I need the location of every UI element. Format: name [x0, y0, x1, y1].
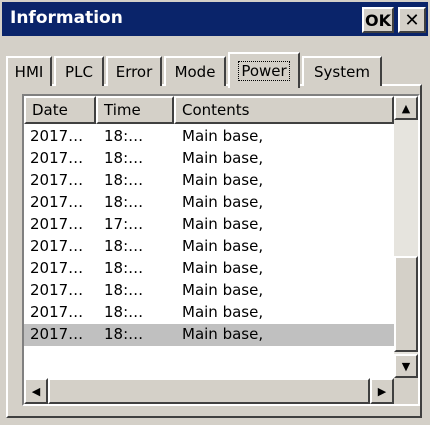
- table-row[interactable]: 2017… 18:… Main base,: [24, 148, 394, 170]
- scroll-left-button[interactable]: ◀: [24, 378, 48, 404]
- row-time: 18:…: [104, 281, 144, 299]
- tab-label: System: [314, 63, 370, 81]
- arrow-left-icon: ◀: [31, 384, 41, 398]
- column-header-contents[interactable]: Contents: [174, 96, 394, 124]
- row-time: 18:…: [104, 149, 144, 167]
- row-contents: Main base,: [182, 171, 264, 189]
- row-contents: Main base,: [182, 193, 264, 211]
- tab-mode[interactable]: Mode: [164, 56, 226, 86]
- tab-label: PLC: [65, 63, 93, 81]
- table-row[interactable]: 2017… 18:… Main base,: [24, 192, 394, 214]
- row-date: 2017…: [30, 303, 84, 321]
- title-bar: Information OK ✕: [2, 2, 428, 36]
- table-row[interactable]: 2017… 18:… Main base,: [24, 280, 394, 302]
- table-row[interactable]: 2017… 18:… Main base,: [24, 258, 394, 280]
- row-date: 2017…: [30, 215, 84, 233]
- tab-hmi[interactable]: HMI: [6, 56, 52, 86]
- table-row[interactable]: 2017… 18:… Main base,: [24, 170, 394, 192]
- close-icon: ✕: [404, 9, 420, 31]
- horizontal-scroll-thumb[interactable]: [48, 378, 370, 404]
- scrollbar-corner: [394, 378, 418, 404]
- row-date: 2017…: [30, 193, 84, 211]
- row-contents: Main base,: [182, 215, 264, 233]
- table-row[interactable]: 2017… 17:… Main base,: [24, 214, 394, 236]
- row-contents: Main base,: [182, 259, 264, 277]
- row-date: 2017…: [30, 127, 84, 145]
- scroll-right-button[interactable]: ▶: [370, 378, 394, 404]
- row-time: 18:…: [104, 325, 144, 343]
- tab-power[interactable]: Power: [228, 52, 300, 88]
- row-contents: Main base,: [182, 149, 264, 167]
- arrow-down-icon: ▼: [401, 359, 411, 373]
- row-date: 2017…: [30, 281, 84, 299]
- table-row[interactable]: 2017… 18:… Main base,: [24, 324, 394, 346]
- row-date: 2017…: [30, 237, 84, 255]
- row-time: 18:…: [104, 193, 144, 211]
- tab-plc[interactable]: PLC: [54, 56, 104, 86]
- horizontal-scrollbar[interactable]: ◀ ▶: [24, 378, 394, 404]
- row-time: 18:…: [104, 237, 144, 255]
- dialog-title: Information: [10, 8, 123, 28]
- list-rows: 2017… 18:… Main base, 2017… 18:… Main base, 20…: [24, 126, 394, 346]
- row-time: 17:…: [104, 215, 144, 233]
- table-row[interactable]: 2017… 18:… Main base,: [24, 126, 394, 148]
- arrow-up-icon: ▲: [401, 101, 411, 115]
- close-button[interactable]: ✕: [398, 7, 426, 33]
- information-dialog: Information OK ✕ HMI PLC Error Mode Power Sys…: [0, 0, 430, 425]
- power-log-list[interactable]: Date Time Contents 2017… 18:… Main base, 20…: [22, 94, 420, 406]
- arrow-right-icon: ▶: [377, 384, 387, 398]
- row-time: 18:…: [104, 259, 144, 277]
- ok-button[interactable]: OK: [362, 7, 394, 33]
- row-date: 2017…: [30, 325, 84, 343]
- row-contents: Main base,: [182, 325, 264, 343]
- row-contents: Main base,: [182, 237, 264, 255]
- row-time: 18:…: [104, 127, 144, 145]
- tab-system[interactable]: System: [302, 56, 382, 86]
- row-date: 2017…: [30, 149, 84, 167]
- row-contents: Main base,: [182, 127, 264, 145]
- row-contents: Main base,: [182, 281, 264, 299]
- table-row[interactable]: 2017… 18:… Main base,: [24, 236, 394, 258]
- row-date: 2017…: [30, 259, 84, 277]
- tab-error[interactable]: Error: [106, 56, 162, 86]
- tab-label: HMI: [14, 63, 44, 81]
- tab-label: Mode: [174, 63, 216, 81]
- vertical-scrollbar[interactable]: ▲ ▼: [394, 96, 418, 378]
- row-time: 18:…: [104, 303, 144, 321]
- tab-label: Power: [238, 61, 290, 81]
- vertical-scroll-thumb[interactable]: [394, 256, 418, 352]
- column-header-time[interactable]: Time: [96, 96, 174, 124]
- scroll-up-button[interactable]: ▲: [394, 96, 418, 120]
- row-date: 2017…: [30, 171, 84, 189]
- tab-label: Error: [115, 63, 153, 81]
- table-row[interactable]: 2017… 18:… Main base,: [24, 302, 394, 324]
- row-time: 18:…: [104, 171, 144, 189]
- row-contents: Main base,: [182, 303, 264, 321]
- column-header-date[interactable]: Date: [24, 96, 96, 124]
- list-header: Date Time Contents: [24, 96, 394, 124]
- scroll-down-button[interactable]: ▼: [394, 354, 418, 378]
